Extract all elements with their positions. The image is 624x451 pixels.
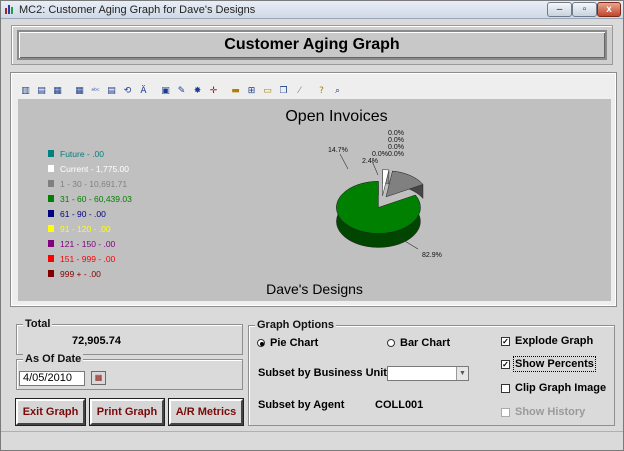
label-icon[interactable]: ▭ [260,84,275,99]
minimize-button[interactable]: – [547,2,572,17]
app-window: MC2: Customer Aging Graph for Dave's Des… [0,0,624,451]
title-bar[interactable]: MC2: Customer Aging Graph for Dave's Des… [1,1,623,19]
ar-metrics-label: A/R Metrics [175,406,237,418]
zoom-icon[interactable]: ⌕ [330,84,345,99]
maximize-button[interactable]: ▫ [572,2,597,17]
series-icon[interactable]: ✸ [190,84,205,99]
business-unit-select[interactable]: ▼ [387,366,469,381]
pie-percent-label: 0.0% [388,137,404,144]
bar-radio-dot[interactable] [387,339,395,347]
total-group: Total 72,905.74 [16,318,243,355]
pie-leader-line [339,153,349,170]
show-percents-label: Show Percents [513,356,596,372]
show-percents-checkbox[interactable]: ✓ Show Percents [501,356,596,372]
font-icon[interactable]: Ä [136,84,151,99]
header-panel: Customer Aging Graph [11,25,613,65]
3d-chart-icon[interactable]: ▤ [34,84,49,99]
total-label: Total [23,318,53,330]
explode-graph-label: Explode Graph [515,335,594,347]
print-graph-button[interactable]: Print Graph [89,398,165,426]
pie-percent-label: 0.0% [388,144,404,151]
status-bar [1,431,623,451]
pie-chart-radio[interactable]: Pie Chart [257,337,318,349]
chevron-down-icon[interactable]: ▼ [456,367,468,380]
bar-chart-label: Bar Chart [400,337,451,349]
explode-check-box[interactable]: ✓ [501,336,510,346]
as-of-date-input[interactable]: 4/05/2010 [19,371,85,386]
abc-icon[interactable]: ᵃᵇᶜ [88,84,103,99]
legend-icon[interactable]: ▬ [228,84,243,99]
grid-icon[interactable]: ▤ [104,84,119,99]
as-of-date-group: As Of Date 4/05/2010 ▦ [16,353,243,390]
table-icon[interactable]: ▦ [72,84,87,99]
color-icon[interactable]: ✎ [174,84,189,99]
clip-graph-image-checkbox[interactable]: Clip Graph Image [501,382,606,394]
rotate-icon[interactable]: ⟲ [120,84,135,99]
copy-icon[interactable]: ❐ [276,84,291,99]
pen-icon[interactable]: ⁄ [292,84,307,99]
crosshair-icon[interactable]: ✛ [206,84,221,99]
ar-metrics-button[interactable]: A/R Metrics [168,398,244,426]
pie-percent-label: 0.0% [372,151,388,158]
chart-toolbar: ▥ ▤ ▦ ▦ ᵃᵇᶜ ▤ ⟲ Ä ▣ ✎ ✸ ✛ ▬ ⊞ ▭ ❐ ⁄ ? ⌕ [18,83,345,99]
graph-options-group: Graph Options Pie Chart Bar Chart Subset… [248,319,615,426]
exit-graph-label: Exit Graph [22,406,79,418]
pie-chart-label: Pie Chart [270,337,319,349]
as-of-date-label: As Of Date [23,353,84,365]
help-icon[interactable]: ? [314,84,329,99]
calendar-icon[interactable]: ▦ [91,371,106,385]
bar-chart-radio[interactable]: Bar Chart [387,337,450,349]
close-button[interactable]: x [597,2,621,17]
history-check-box [501,407,510,417]
palette-icon[interactable]: ▣ [158,84,173,99]
exit-graph-button[interactable]: Exit Graph [15,398,86,426]
total-value: 72,905.74 [72,335,121,347]
print-graph-label: Print Graph [96,406,158,418]
clip-graph-image-label: Clip Graph Image [515,382,607,394]
pie-percent-label: 82.9% [422,252,442,259]
chart-footer: Dave's Designs [266,281,363,297]
gridlines-icon[interactable]: ⊞ [244,84,259,99]
stacked-chart-icon[interactable]: ▦ [50,84,65,99]
bar-chart-icon[interactable]: ▥ [18,84,33,99]
pie-radio-dot[interactable] [257,339,265,347]
show-history-label: Show History [515,406,586,418]
plot-area: Open Invoices Future - .00 Current - 1,77… [18,99,611,301]
subset-agent-value: COLL001 [375,399,424,411]
pie-chart: 2.4%14.7%82.9%0.0% 0.0%0.0%0.0%0.0% [328,130,442,259]
page-title: Customer Aging Graph [17,30,607,60]
pie-percent-label: 14.7% [328,147,348,154]
subset-agent-label: Subset by Agent [258,399,345,411]
clip-check-box[interactable] [501,383,510,393]
pie-percent-label: 0.0% [388,151,404,158]
chart-panel: ▥ ▤ ▦ ▦ ᵃᵇᶜ ▤ ⟲ Ä ▣ ✎ ✸ ✛ ▬ ⊞ ▭ ❐ ⁄ ? ⌕ … [10,72,617,307]
window-title: MC2: Customer Aging Graph for Dave's Des… [19,4,256,16]
graph-options-label: Graph Options [255,319,336,331]
app-icon [5,5,13,14]
pie-percent-label: 0.0% [388,130,404,137]
pie-percent-label: 2.4% [362,158,378,165]
show-history-checkbox: Show History [501,406,585,418]
explode-graph-checkbox[interactable]: ✓ Explode Graph [501,335,593,347]
percents-check-box[interactable]: ✓ [501,359,510,369]
subset-business-unit-label: Subset by Business Unit [258,367,387,379]
